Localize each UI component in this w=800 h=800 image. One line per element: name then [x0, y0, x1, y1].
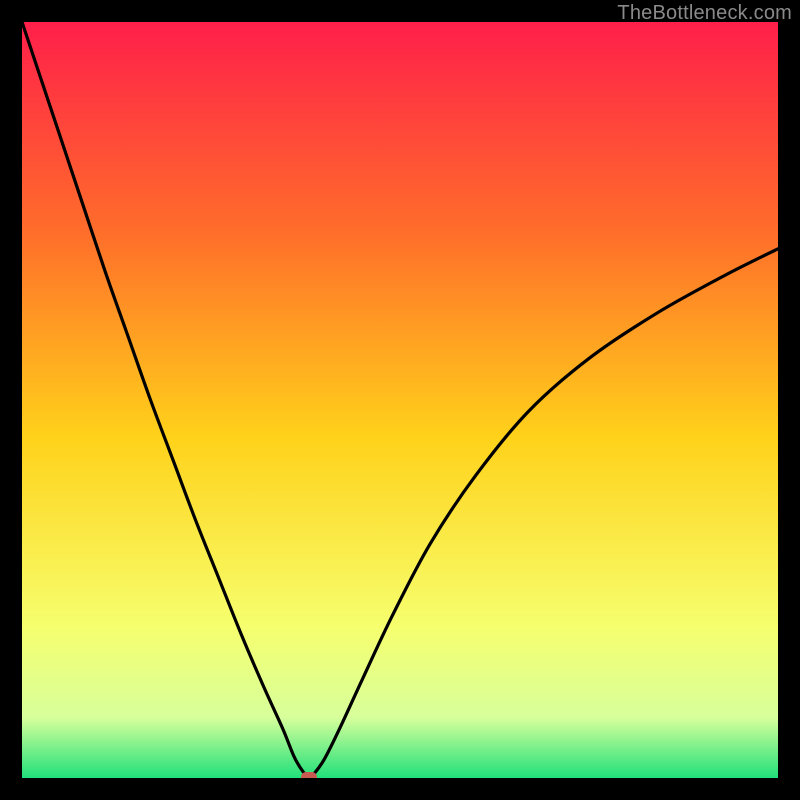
- bottleneck-curve: [22, 22, 778, 778]
- chart-frame: TheBottleneck.com: [0, 0, 800, 800]
- watermark-text: TheBottleneck.com: [617, 2, 792, 25]
- curve-minimum-marker: [301, 772, 317, 778]
- plot-area: [22, 22, 778, 778]
